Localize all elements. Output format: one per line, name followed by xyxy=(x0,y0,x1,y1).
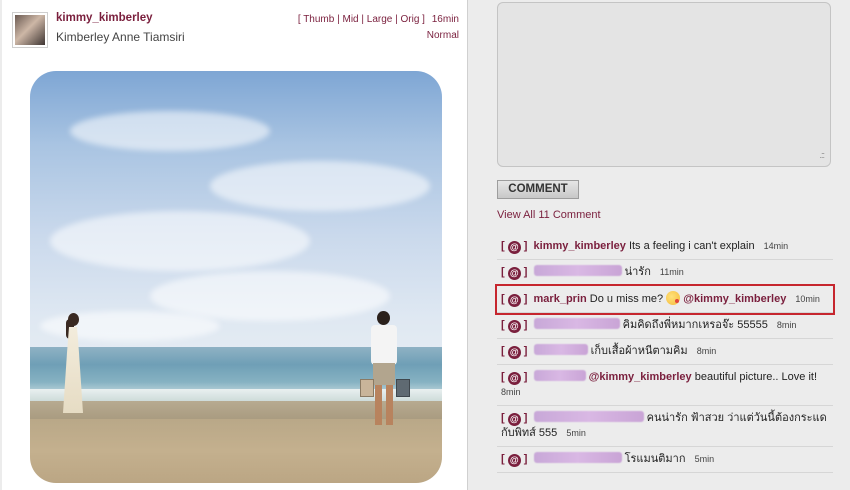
comment-item: [ @ ] @kimmy_kimberley beautiful picture… xyxy=(497,365,833,406)
reply-at-button[interactable]: [ @ ] xyxy=(501,345,527,359)
person-shirt xyxy=(371,325,397,365)
at-icon: @ xyxy=(507,241,521,254)
redacted-username xyxy=(533,370,586,381)
post-fullname: Kimberley Anne Tiamsiri xyxy=(56,30,185,44)
at-icon: @ xyxy=(507,372,521,385)
size-link-thumb[interactable]: Thumb xyxy=(303,14,334,25)
comment-text: Its a feeling i can't explain xyxy=(628,240,755,252)
at-icon: @ xyxy=(507,294,521,307)
comment-text: โรแมนติมาก xyxy=(624,453,686,465)
comment-time: 8min xyxy=(501,387,521,397)
comment-username[interactable]: kimmy_kimberley xyxy=(534,240,626,252)
separator: | xyxy=(392,14,401,25)
comment-time: 14min xyxy=(763,241,789,251)
resize-handle-icon[interactable]: .:: xyxy=(819,150,824,160)
reply-at-button[interactable]: [ @ ] xyxy=(501,371,527,385)
redacted-username xyxy=(533,344,588,355)
at-icon: @ xyxy=(507,267,521,280)
comment-item: [ @ ] คิมคิดถึงพี่หมากเหรอจ๊ะ 55555 8min xyxy=(497,313,833,339)
comment-text: beautiful picture.. Love it! xyxy=(694,371,818,383)
comment-item: [ @ ] เก็บเสื้อผ้าหนีตามคิม 8min xyxy=(497,339,833,365)
post-card: kimmy_kimberley Kimberley Anne Tiamsiri … xyxy=(2,0,468,490)
comment-text: น่ารัก xyxy=(624,266,651,278)
comment-item: [ @ ] kimmy_kimberley Its a feeling i ca… xyxy=(497,234,833,260)
reply-at-button[interactable]: [ @ ] xyxy=(501,266,527,280)
at-icon: @ xyxy=(507,454,521,467)
person-shorts xyxy=(373,363,395,385)
separator: | xyxy=(358,14,367,25)
person-basket xyxy=(360,379,374,397)
photo-cloud xyxy=(50,211,310,271)
comment-time: 5min xyxy=(694,454,715,464)
size-link-large[interactable]: Large xyxy=(367,14,393,25)
at-icon: @ xyxy=(507,413,521,426)
post-username[interactable]: kimmy_kimberley xyxy=(56,12,153,24)
photo-cloud xyxy=(70,111,270,151)
redacted-username xyxy=(533,265,622,276)
view-all-comments-link[interactable]: View All 11 Comment xyxy=(497,209,601,221)
size-link-mid[interactable]: Mid xyxy=(342,14,358,25)
comment-button[interactable]: COMMENT xyxy=(497,180,579,199)
comment-text: เก็บเสื้อผ้าหนีตามคิม xyxy=(590,345,688,357)
reply-at-button[interactable]: [ @ ] xyxy=(501,293,527,307)
comment-item: [ @ ] คนน่ารัก ฟ้าสวย ว่าแต่วันนี้ต้องกร… xyxy=(497,406,833,447)
avatar[interactable] xyxy=(12,12,48,48)
comment-time: 5min xyxy=(566,428,586,438)
photo-person-woman xyxy=(60,313,86,415)
person-dress xyxy=(63,327,83,413)
comment-text: คิมคิดถึงพี่หมากเหรอจ๊ะ 55555 xyxy=(622,319,768,331)
redacted-username xyxy=(533,318,620,329)
post-header: kimmy_kimberley Kimberley Anne Tiamsiri … xyxy=(2,0,467,58)
redacted-username xyxy=(533,411,644,422)
reply-at-button[interactable]: [ @ ] xyxy=(501,453,527,467)
comment-text: Do u miss me? xyxy=(589,293,664,305)
reply-at-button[interactable]: [ @ ] xyxy=(501,240,527,254)
avatar-image xyxy=(15,15,45,45)
comment-mention[interactable]: @kimmy_kimberley xyxy=(589,371,692,383)
comment-item: [ @ ] โรแมนติมาก 5min xyxy=(497,447,833,473)
at-icon: @ xyxy=(507,320,521,333)
comment-time: 8min xyxy=(776,320,797,330)
comment-time: 11min xyxy=(659,267,684,277)
image-size-links: [ Thumb | Mid | Large | Orig ] 16min xyxy=(298,14,459,25)
bracket-close: ] xyxy=(419,14,425,25)
comment-panel: .:: COMMENT View All 11 Comment [ @ ] ki… xyxy=(484,0,850,490)
comment-time: 10min xyxy=(795,294,820,304)
photo-cloud xyxy=(210,161,430,211)
kiss-emoji-icon xyxy=(666,291,681,305)
size-link-orig[interactable]: Orig xyxy=(401,14,420,25)
post-time: 16min xyxy=(431,14,459,25)
redacted-username xyxy=(533,452,622,463)
comment-item: [ @ ] น่ารัก 11min xyxy=(497,260,833,286)
comment-item-highlighted: [ @ ] mark_prin Do u miss me? @kimmy_kim… xyxy=(495,284,835,315)
at-icon: @ xyxy=(507,346,521,359)
comment-time: 8min xyxy=(696,346,717,356)
person-case xyxy=(396,379,410,397)
comment-textarea[interactable]: .:: xyxy=(497,2,831,167)
filter-mode-label: Normal xyxy=(426,30,459,41)
post-photo[interactable] xyxy=(30,71,442,483)
reply-at-button[interactable]: [ @ ] xyxy=(501,319,527,333)
comment-mention[interactable]: @kimmy_kimberley xyxy=(683,293,786,305)
person-head xyxy=(377,311,390,325)
comment-list: [ @ ] kimmy_kimberley Its a feeling i ca… xyxy=(495,234,835,473)
photo-person-man xyxy=(360,311,410,429)
comment-username[interactable]: mark_prin xyxy=(534,293,587,305)
person-legs xyxy=(375,385,393,425)
reply-at-button[interactable]: [ @ ] xyxy=(501,412,527,426)
